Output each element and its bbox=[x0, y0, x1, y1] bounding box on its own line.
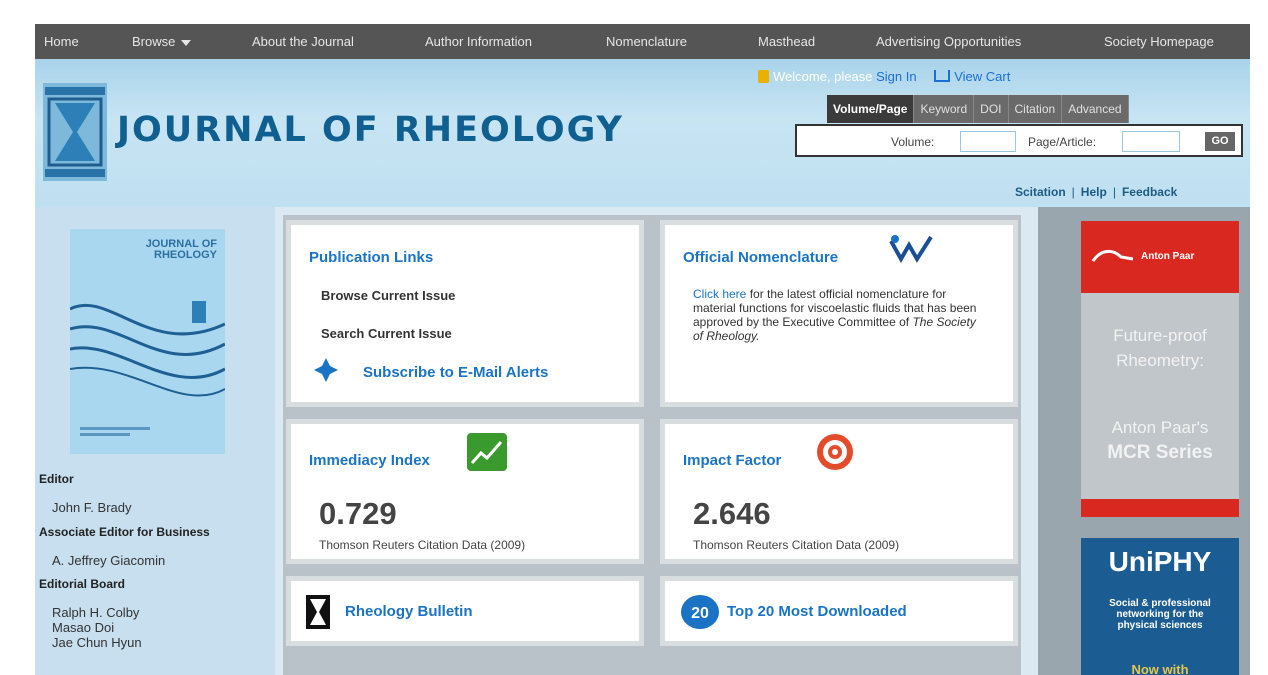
journal-cover-image[interactable]: JOURNAL OF RHEOLOGY bbox=[70, 229, 225, 454]
left-sidebar: JOURNAL OF RHEOLOGY Editor John F. Brady… bbox=[35, 207, 275, 675]
uniphy-sub-line: networking for the bbox=[1116, 609, 1204, 620]
immediacy-index-value: 0.729 bbox=[319, 496, 397, 531]
cover-wave-graphic bbox=[70, 301, 225, 436]
rheology-bulletin-card: Rheology Bulletin bbox=[286, 576, 644, 646]
board-member[interactable]: Masao Doi bbox=[52, 620, 114, 635]
uniphy-ad[interactable]: UniPHY Social & professional networking … bbox=[1081, 538, 1239, 675]
tab-doi[interactable]: DOI bbox=[974, 95, 1009, 123]
uniphy-subtitle: Social & professional networking for the… bbox=[1081, 598, 1239, 631]
nav-advertising[interactable]: Advertising Opportunities bbox=[876, 34, 1021, 49]
feature-panel: Publication Links Browse Current Issue S… bbox=[283, 215, 1021, 675]
board-member[interactable]: Jae Chun Hyun bbox=[52, 635, 142, 650]
site-header: JOURNAL OF RHEOLOGY Welcome, please Sign… bbox=[35, 59, 1250, 207]
site-title[interactable]: JOURNAL OF RHEOLOGY bbox=[117, 110, 624, 150]
ad-line: Anton Paar's bbox=[1111, 418, 1209, 437]
ad-line: Future-proof bbox=[1113, 326, 1207, 345]
page-article-label: Page/Article: bbox=[1028, 135, 1097, 149]
tab-citation[interactable]: Citation bbox=[1008, 95, 1063, 123]
search-tabs: Volume/Page Keyword DOI Citation Advance… bbox=[827, 95, 1129, 123]
publication-links-card: Publication Links Browse Current Issue S… bbox=[286, 220, 644, 407]
volume-input[interactable] bbox=[960, 131, 1016, 152]
welcome-bar: Welcome, please Sign In View Cart bbox=[758, 69, 1010, 84]
top20-badge-icon: 20 bbox=[681, 595, 719, 629]
editor-name[interactable]: John F. Brady bbox=[52, 500, 132, 515]
divider: | bbox=[1071, 185, 1075, 199]
trend-chart-icon bbox=[467, 433, 507, 471]
view-cart-link[interactable]: View Cart bbox=[954, 69, 1010, 84]
nomenclature-glyph-icon bbox=[889, 235, 933, 264]
assoc-editor-name[interactable]: A. Jeffrey Giacomin bbox=[52, 553, 165, 568]
uniphy-now: Now with bbox=[1131, 662, 1189, 675]
top-20-most-downloaded-link[interactable]: Top 20 Most Downloaded bbox=[727, 603, 907, 620]
editor-heading: Editor bbox=[39, 472, 74, 486]
nav-nomenclature[interactable]: Nomenclature bbox=[606, 34, 687, 49]
help-link[interactable]: Help bbox=[1081, 185, 1107, 199]
nav-home[interactable]: Home bbox=[44, 34, 79, 49]
divider: | bbox=[1112, 185, 1116, 199]
impact-factor-card: Impact Factor 2.646 Thomson Reuters Cita… bbox=[660, 419, 1018, 564]
svg-text:20: 20 bbox=[691, 605, 709, 622]
right-ad-column: Anton Paar Future-proof Rheometry: Anton… bbox=[1038, 207, 1250, 675]
impact-factor-value: 2.646 bbox=[693, 496, 771, 531]
impact-factor-caption: Thomson Reuters Citation Data (2009) bbox=[693, 538, 900, 552]
volume-label: Volume: bbox=[891, 135, 935, 149]
page-article-input[interactable] bbox=[1122, 131, 1180, 152]
official-nomenclature-card: Official Nomenclature Click here for the… bbox=[660, 220, 1018, 407]
email-alert-icon bbox=[314, 358, 338, 382]
nav-browse-label: Browse bbox=[132, 34, 176, 49]
uniphy-title: UniPHY bbox=[1108, 546, 1212, 577]
anton-paar-ad[interactable]: Anton Paar Future-proof Rheometry: Anton… bbox=[1081, 221, 1239, 517]
uniphy-sub-line: Social & professional bbox=[1109, 598, 1211, 609]
utility-links: Scitation | Help | Feedback bbox=[1015, 185, 1177, 199]
chevron-down-icon bbox=[181, 39, 192, 46]
sign-in-link[interactable]: Sign In bbox=[876, 69, 916, 84]
rheology-bulletin-link[interactable]: Rheology Bulletin bbox=[345, 603, 473, 620]
browse-current-issue-link[interactable]: Browse Current Issue bbox=[321, 288, 455, 303]
scitation-link[interactable]: Scitation bbox=[1015, 185, 1066, 199]
ad-red-header: Anton Paar bbox=[1081, 221, 1239, 293]
nav-about[interactable]: About the Journal bbox=[252, 34, 354, 49]
top-nav: Home Browse About the Journal Author Inf… bbox=[35, 24, 1250, 59]
immediacy-caption: Thomson Reuters Citation Data (2009) bbox=[319, 538, 526, 552]
lock-icon bbox=[758, 70, 769, 83]
ad-line: MCR Series bbox=[1107, 442, 1213, 463]
tab-advanced[interactable]: Advanced bbox=[1062, 95, 1129, 123]
go-button[interactable]: GO bbox=[1205, 132, 1235, 151]
nav-author-info[interactable]: Author Information bbox=[425, 34, 532, 49]
assoc-editor-heading: Associate Editor for Business bbox=[39, 525, 210, 539]
target-icon bbox=[817, 434, 853, 470]
editorial-board-heading: Editorial Board bbox=[39, 577, 126, 591]
nav-masthead[interactable]: Masthead bbox=[758, 34, 815, 49]
journal-logo-icon[interactable] bbox=[43, 83, 107, 181]
main-content: JOURNAL OF RHEOLOGY Editor John F. Brady… bbox=[35, 207, 1250, 675]
ad-red-footer bbox=[1081, 499, 1239, 517]
tab-keyword[interactable]: Keyword bbox=[914, 95, 975, 123]
immediacy-index-card: Immediacy Index 0.729 Thomson Reuters Ci… bbox=[286, 419, 644, 564]
nav-society-homepage[interactable]: Society Homepage bbox=[1104, 34, 1214, 49]
search-current-issue-link[interactable]: Search Current Issue bbox=[321, 326, 452, 341]
ad-line: Rheometry: bbox=[1116, 351, 1204, 370]
top-20-card: 20 Top 20 Most Downloaded bbox=[660, 576, 1018, 646]
immediacy-index-title: Immediacy Index bbox=[309, 452, 430, 469]
nomenclature-description: Click here for the latest official nomen… bbox=[693, 287, 983, 343]
welcome-text: Welcome, please bbox=[773, 69, 873, 84]
board-member[interactable]: Ralph H. Colby bbox=[52, 605, 139, 620]
cart-icon bbox=[934, 70, 951, 82]
bulletin-hourglass-icon bbox=[306, 595, 330, 629]
anton-paar-logo-icon bbox=[1091, 250, 1134, 262]
volume-search-bar: Volume: Page/Article: GO bbox=[795, 124, 1243, 157]
subscribe-email-alerts-link[interactable]: Subscribe to E-Mail Alerts bbox=[363, 364, 548, 381]
nav-browse[interactable]: Browse bbox=[132, 34, 192, 49]
official-nomenclature-title[interactable]: Official Nomenclature bbox=[683, 249, 838, 266]
anton-paar-brand: Anton Paar bbox=[1141, 251, 1195, 262]
uniphy-sub-line: physical sciences bbox=[1117, 620, 1203, 631]
tab-volume-page[interactable]: Volume/Page bbox=[827, 95, 915, 123]
feedback-link[interactable]: Feedback bbox=[1122, 185, 1177, 199]
page-frame: Home Browse About the Journal Author Inf… bbox=[35, 24, 1250, 675]
publication-links-title: Publication Links bbox=[309, 249, 434, 266]
impact-factor-title: Impact Factor bbox=[683, 452, 782, 469]
click-here-link[interactable]: Click here bbox=[693, 287, 746, 301]
